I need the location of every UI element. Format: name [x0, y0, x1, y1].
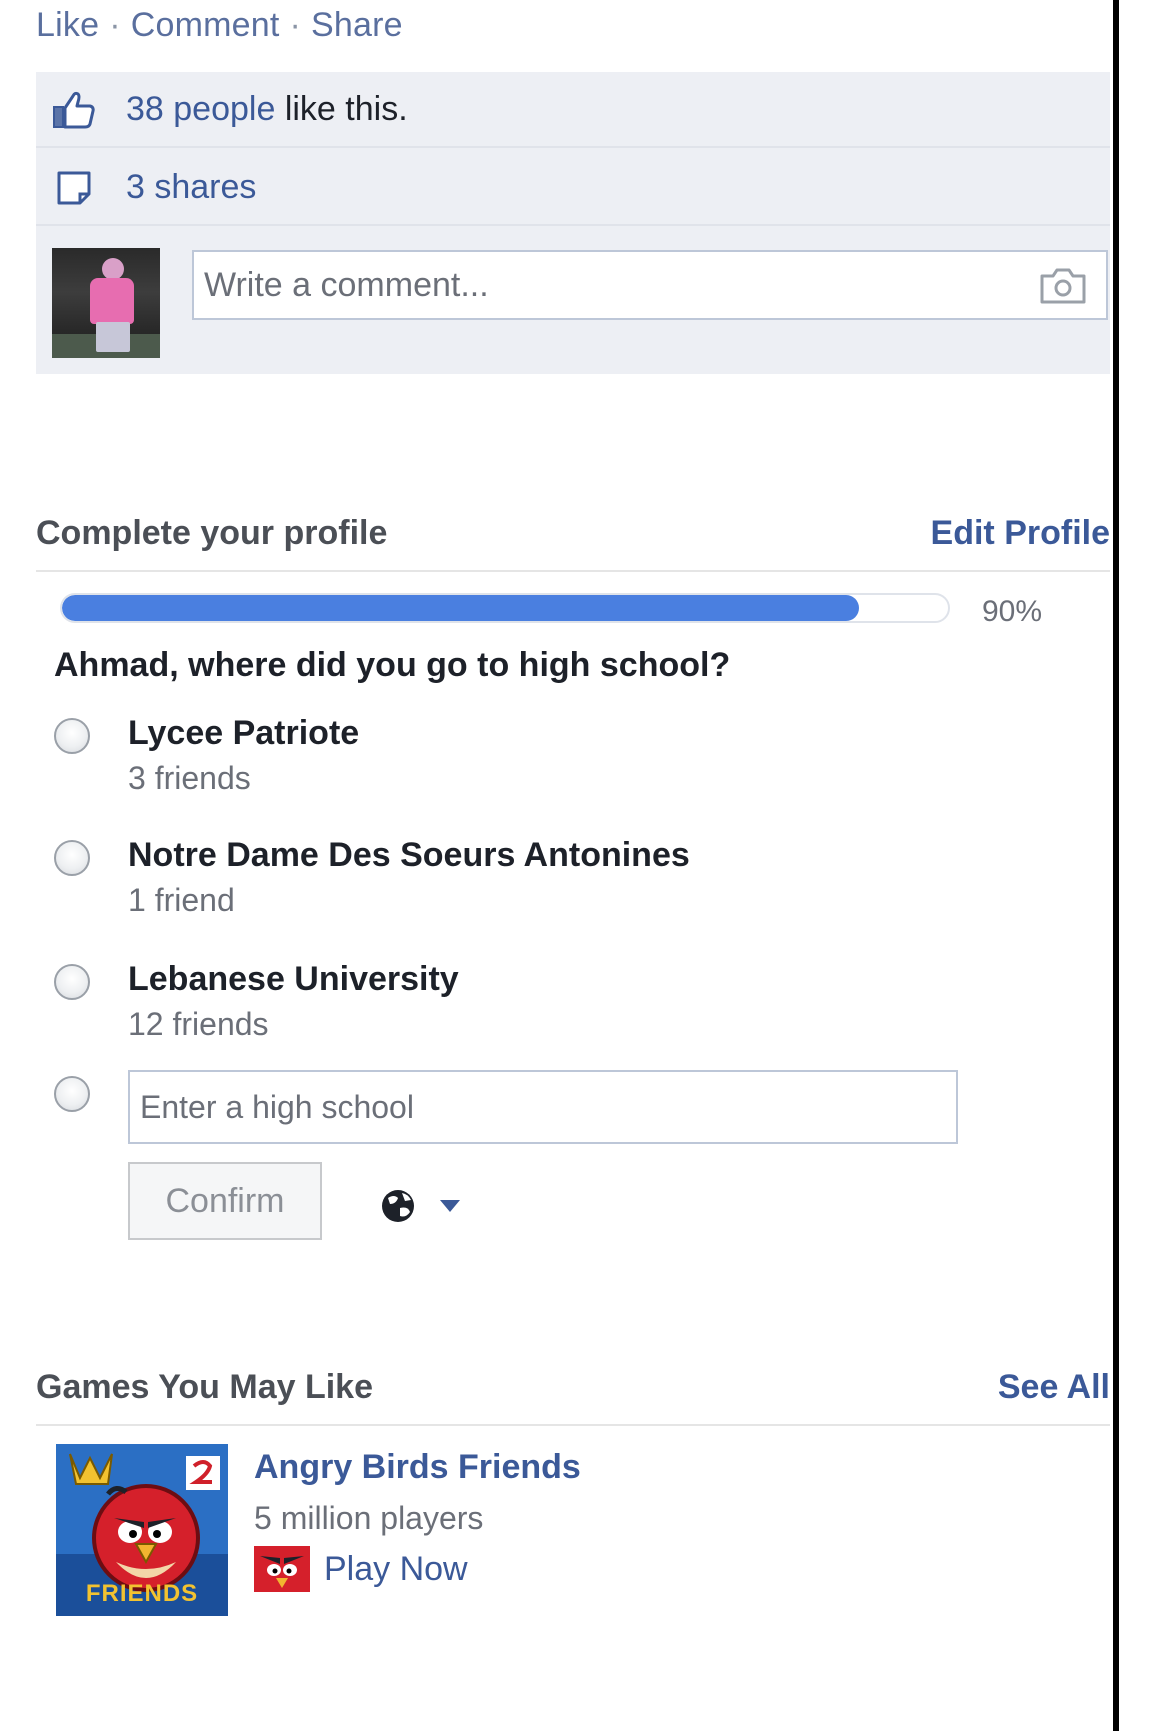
school-radio[interactable]: [54, 718, 90, 754]
school-name: Lebanese University: [128, 960, 459, 998]
games-section-header: Games You May Like See All: [36, 1368, 1110, 1426]
game-icon-wordmark: FRIENDS: [85, 1580, 199, 1607]
comment-input[interactable]: [194, 252, 1044, 318]
camera-icon[interactable]: [1038, 266, 1088, 306]
school-radio[interactable]: [54, 840, 90, 876]
column-divider: [1113, 0, 1119, 1731]
edit-profile-link[interactable]: Edit Profile: [931, 514, 1110, 553]
post-feedback: 38 people like this. 3 shares: [36, 72, 1110, 374]
school-name: Notre Dame Des Soeurs Antonines: [128, 836, 690, 874]
profile-section-header: Complete your profile Edit Profile: [36, 514, 1110, 572]
share-link[interactable]: Share: [311, 6, 403, 44]
like-link[interactable]: Like: [36, 6, 99, 44]
angry-birds-friends-icon[interactable]: FRIENDS: [56, 1444, 228, 1616]
comment-link[interactable]: Comment: [131, 6, 280, 44]
progress-percent: 90%: [982, 595, 1043, 628]
school-option[interactable]: Lebanese University 12 friends: [54, 960, 1014, 1074]
page: Like · Comment · Share 38 people like this.: [0, 0, 1151, 1731]
school-friend-count: 1 friend: [128, 882, 235, 918]
separator: ·: [109, 6, 121, 44]
shares-icon: [52, 166, 96, 210]
avatar-figure-body: [90, 278, 134, 324]
school-friend-count: 3 friends: [128, 760, 251, 796]
high-school-input[interactable]: [128, 1070, 958, 1144]
separator: ·: [289, 6, 302, 44]
school-option[interactable]: Lycee Patriote 3 friends: [54, 714, 1014, 828]
game-player-count: 5 million players: [254, 1500, 484, 1536]
play-now-label: Play Now: [324, 1550, 468, 1588]
comment-box: [192, 250, 1108, 320]
game-mini-icon: [254, 1546, 310, 1592]
likes-link[interactable]: 38 people: [126, 90, 275, 128]
privacy-selector[interactable]: [378, 1184, 474, 1228]
avatar-figure-legs: [96, 322, 130, 352]
school-name: Lycee Patriote: [128, 714, 360, 752]
avatar: [52, 248, 160, 358]
school-option[interactable]: Notre Dame Des Soeurs Antonines 1 friend: [54, 836, 1014, 950]
see-all-link[interactable]: See All: [998, 1368, 1110, 1407]
likes-suffix: like this.: [275, 90, 408, 128]
shares-link[interactable]: 3 shares: [126, 168, 256, 207]
chevron-down-icon: [440, 1200, 460, 1212]
globe-icon: [382, 1190, 460, 1222]
avatar-figure-head: [102, 258, 124, 280]
thumbs-up-icon: [52, 88, 96, 132]
game-title-link[interactable]: Angry Birds Friends: [254, 1448, 581, 1487]
section-title: Games You May Like: [36, 1368, 373, 1406]
section-title: Complete your profile: [36, 514, 388, 552]
post-actions: Like · Comment · Share: [36, 6, 403, 45]
likes-summary: 38 people like this.: [126, 90, 408, 129]
school-friend-count: 12 friends: [128, 1006, 269, 1042]
likes-row: 38 people like this.: [36, 72, 1110, 148]
profile-question: Ahmad, where did you go to high school?: [54, 646, 731, 684]
progress-fill: [62, 595, 860, 621]
custom-school-radio[interactable]: [54, 1076, 90, 1112]
confirm-button[interactable]: Confirm: [128, 1162, 322, 1240]
school-radio[interactable]: [54, 964, 90, 1000]
profile-progress-bar: [60, 593, 950, 623]
shares-row: 3 shares: [36, 150, 1110, 226]
